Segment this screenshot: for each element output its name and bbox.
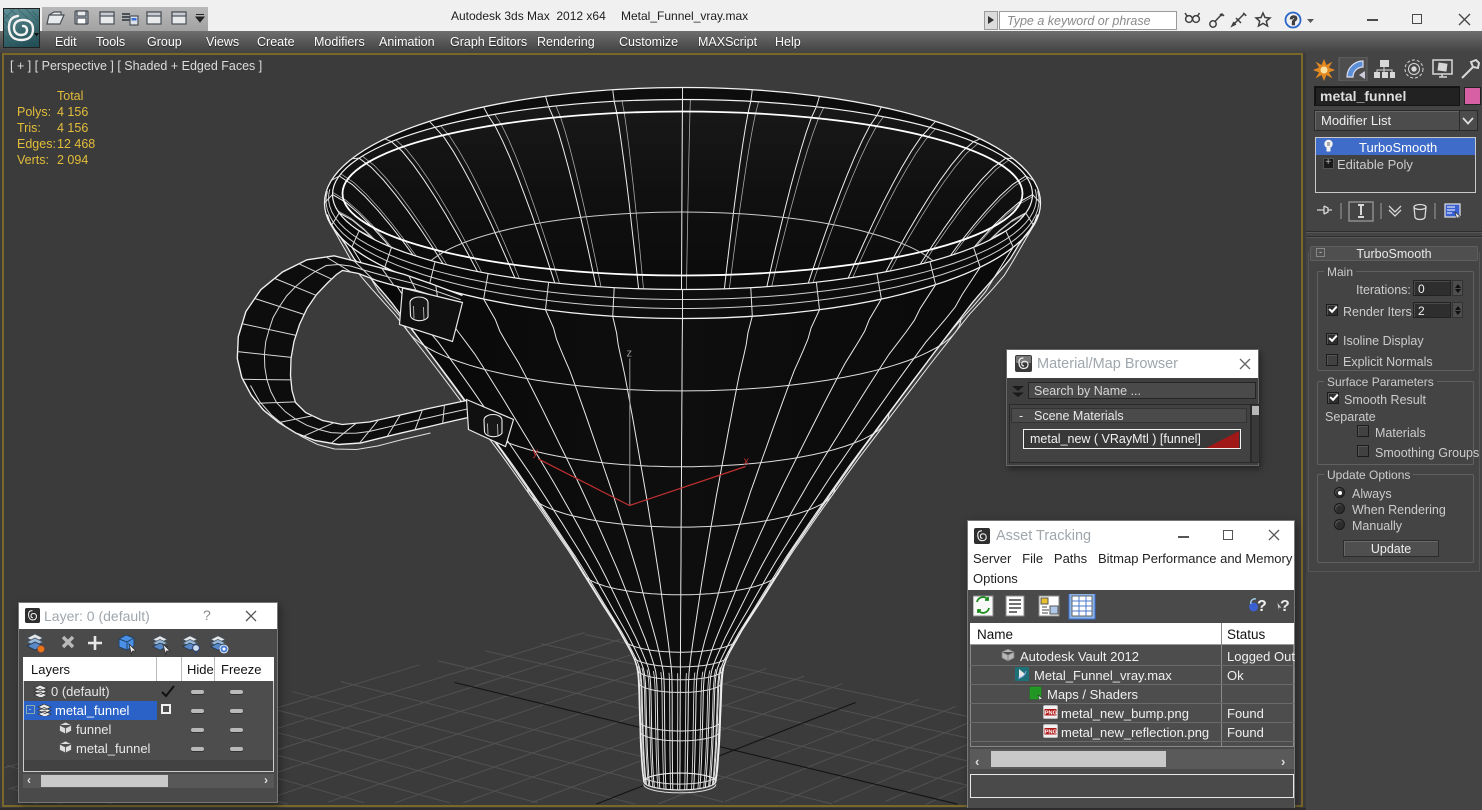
svg-text:?: ?	[1280, 598, 1290, 615]
svg-text:?: ?	[1290, 14, 1297, 28]
svg-text:PNG: PNG	[1045, 730, 1057, 736]
svg-text:?: ?	[1257, 598, 1267, 615]
svg-text:z: z	[626, 347, 632, 359]
svg-text:x: x	[743, 455, 749, 467]
svg-text:PNG: PNG	[1045, 711, 1057, 717]
svg-text:y: y	[532, 446, 538, 458]
